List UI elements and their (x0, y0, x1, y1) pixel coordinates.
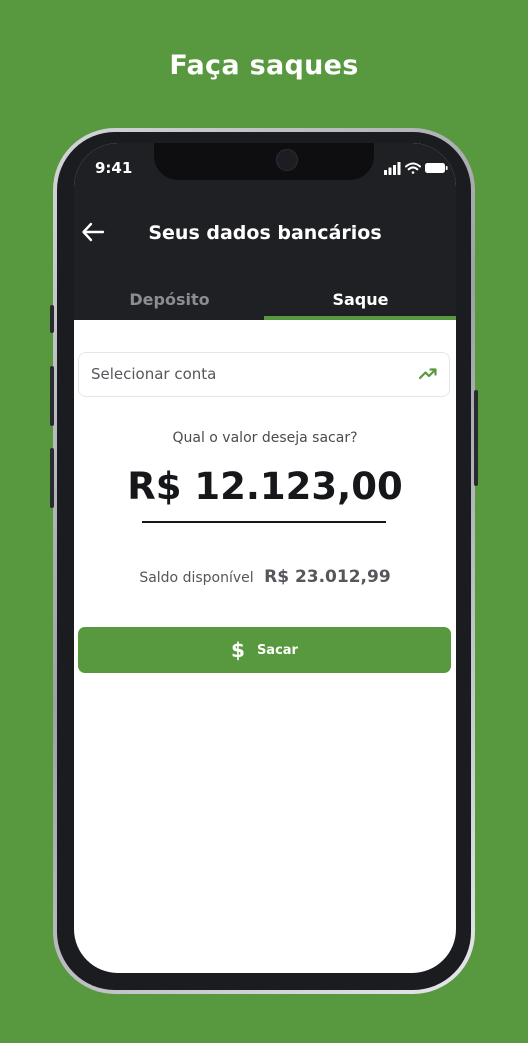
account-select[interactable]: Selecionar conta (78, 352, 450, 397)
phone-screen: 9:41 Seus dados bancários Depósito Saque… (74, 143, 456, 973)
active-tab-indicator (264, 316, 456, 320)
available-balance: Saldo disponível R$ 23.012,99 (74, 567, 456, 587)
tab-saque[interactable]: Saque (265, 290, 456, 309)
balance-label: Saldo disponível (139, 570, 254, 586)
camera-icon (276, 149, 298, 171)
side-button-silent (50, 305, 54, 333)
dollar-icon: $ (231, 638, 245, 662)
wifi-icon (405, 162, 421, 174)
battery-icon (425, 163, 448, 173)
promo-headline: Faça saques (169, 50, 359, 81)
notch (154, 143, 374, 180)
status-time: 9:41 (95, 159, 133, 177)
signal-icon (384, 162, 401, 175)
status-icons (384, 162, 448, 175)
side-button-volume-up (50, 366, 54, 426)
side-button-volume-down (50, 448, 54, 508)
side-button-power (474, 390, 478, 486)
balance-value: R$ 23.012,99 (264, 567, 391, 587)
trending-up-icon (419, 368, 437, 380)
withdraw-button[interactable]: $ Sacar (78, 627, 451, 673)
tab-deposito[interactable]: Depósito (74, 290, 265, 309)
page-title: Seus dados bancários (148, 222, 382, 244)
amount-underline (142, 521, 386, 523)
account-select-placeholder: Selecionar conta (91, 365, 217, 383)
withdraw-amount[interactable]: R$ 12.123,00 (74, 465, 456, 508)
withdraw-prompt: Qual o valor deseja sacar? (172, 430, 358, 446)
withdraw-button-label: Sacar (256, 642, 298, 658)
